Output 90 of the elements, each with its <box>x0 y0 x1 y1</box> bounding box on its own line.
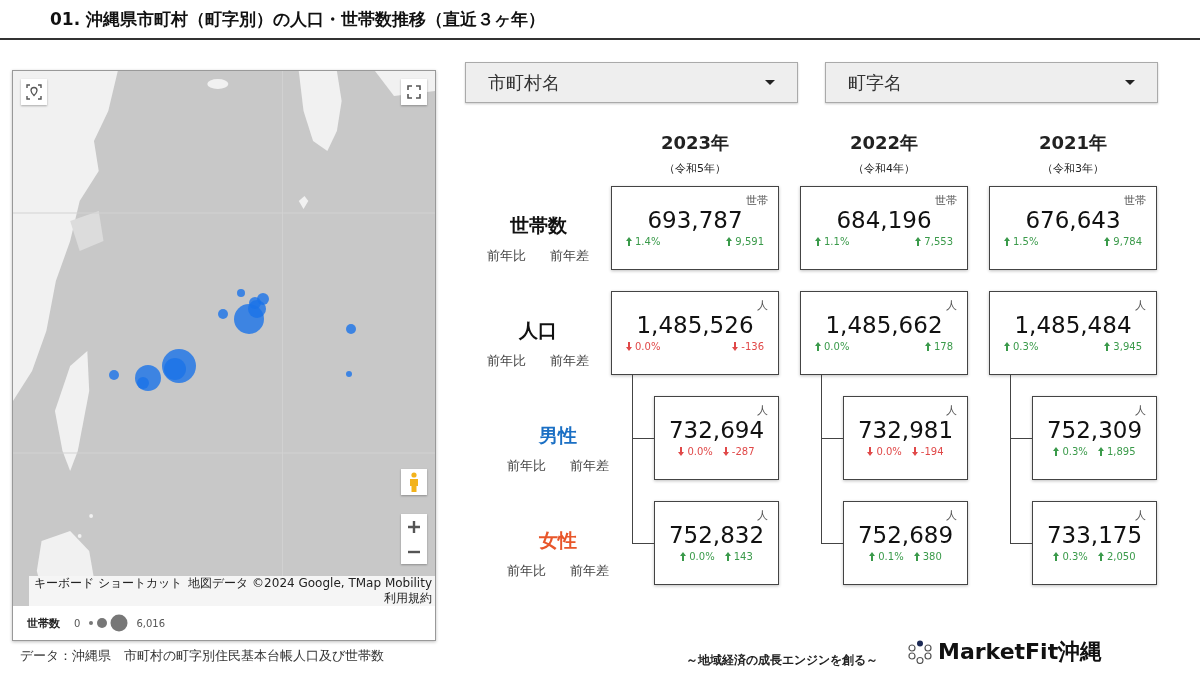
change-value: 2,050 <box>1106 551 1136 562</box>
fullscreen-icon <box>407 85 421 99</box>
logo-icon <box>908 639 934 664</box>
locate-button[interactable] <box>21 79 47 105</box>
column-label: 前年比 <box>507 456 546 475</box>
change-value: -194 <box>920 446 944 457</box>
metric-value: 1,485,526 <box>636 312 754 338</box>
metric-value: 752,832 <box>668 522 765 548</box>
metric-label: 人口 <box>519 317 557 343</box>
size-scale-icon <box>88 613 129 633</box>
era-label: （令和4年） <box>853 161 915 176</box>
unit-label: 人 <box>946 508 957 522</box>
column-label: 前年差 <box>550 246 589 265</box>
page-title: 01. 沖縄県市町村（町字別）の人口・世帯数推移（直近３ヶ年） <box>50 7 546 31</box>
metric-label: 世帯数 <box>509 212 567 238</box>
dropdown[interactable]: 市町村名 <box>465 62 798 103</box>
year-heading: 2023年 <box>660 131 730 155</box>
attribution-link[interactable]: 利用規約 <box>384 591 432 606</box>
legend-min: 0 <box>74 617 81 629</box>
change-value: -287 <box>731 446 755 457</box>
change-value: 3,945 <box>1113 341 1142 352</box>
brand-name: MarketFit沖縄 <box>938 637 1103 666</box>
attribution-link[interactable]: キーボード ショートカット <box>34 576 183 591</box>
change-value: 0.3% <box>1013 341 1039 352</box>
metric-value: 733,175 <box>1046 522 1143 548</box>
metric-value: 684,196 <box>836 207 932 233</box>
column-label: 前年比 <box>507 561 546 580</box>
change-value: 0.3% <box>1062 551 1088 562</box>
metric-value: 732,694 <box>668 417 765 443</box>
metric-label: 女性 <box>539 527 577 553</box>
unit-label: 人 <box>946 403 957 417</box>
change-value: 0.1% <box>878 551 904 562</box>
unit-label: 世帯 <box>935 193 957 207</box>
year-heading: 2022年 <box>849 131 919 155</box>
column-label: 前年差 <box>570 561 609 580</box>
unit-label: 人 <box>1135 403 1146 417</box>
change-value: 9,784 <box>1113 236 1142 247</box>
column-label: 前年差 <box>570 456 609 475</box>
unit-label: 人 <box>946 298 957 312</box>
dropdown[interactable]: 町字名 <box>825 62 1158 103</box>
change-value: 0.3% <box>1062 446 1088 457</box>
unit-label: 人 <box>757 298 768 312</box>
column-label: 前年差 <box>550 351 589 370</box>
unit-label: 人 <box>757 403 768 417</box>
change-value: 0.0% <box>687 446 713 457</box>
fullscreen-button[interactable] <box>401 79 427 105</box>
change-value: 0.0% <box>689 551 715 562</box>
metric-value: 752,689 <box>857 522 954 548</box>
tagline: ～地域経済の成長エンジンを創る～ <box>686 652 878 669</box>
change-value: 0.0% <box>824 341 850 352</box>
change-value: 0.0% <box>876 446 902 457</box>
metric-value: 732,981 <box>857 417 954 443</box>
zoom-in-button[interactable] <box>401 514 427 539</box>
metric-label: 男性 <box>539 422 577 448</box>
caret-icon <box>765 79 775 86</box>
metric-value: 1,485,662 <box>825 312 943 338</box>
change-value: 380 <box>922 551 942 562</box>
year-heading: 2021年 <box>1038 131 1108 155</box>
column-label: 前年比 <box>487 246 526 265</box>
zoom-out-button[interactable] <box>401 539 427 564</box>
unit-label: 人 <box>757 508 768 522</box>
change-value: 1.1% <box>824 236 850 247</box>
data-source-note: データ：沖縄県 市町村の町字別住民基本台帳人口及び世帯数 <box>20 647 385 665</box>
change-value: -136 <box>741 341 764 352</box>
era-label: （令和3年） <box>1042 161 1104 176</box>
unit-label: 世帯 <box>1124 193 1146 207</box>
change-value: 143 <box>733 551 753 562</box>
location-icon <box>26 84 42 100</box>
legend-title: 世帯数 <box>27 615 60 631</box>
column-label: 前年比 <box>487 351 526 370</box>
change-value: 1,895 <box>1106 446 1136 457</box>
unit-label: 世帯 <box>746 193 768 207</box>
plus-icon <box>407 519 421 534</box>
unit-label: 人 <box>1135 298 1146 312</box>
change-value: 1.5% <box>1013 236 1039 247</box>
metric-value: 1,485,484 <box>1014 312 1132 338</box>
legend-max: 6,016 <box>136 617 165 629</box>
attribution-link[interactable]: 地図データ ©2024 Google, TMap Mobility <box>188 576 432 591</box>
change-value: 178 <box>933 341 953 352</box>
metric-value: 676,643 <box>1025 207 1121 233</box>
metric-value: 752,309 <box>1046 417 1143 443</box>
unit-label: 人 <box>1135 508 1146 522</box>
change-value: 1.4% <box>635 236 661 247</box>
metric-value: 693,787 <box>647 207 743 233</box>
change-value: 7,553 <box>924 236 953 247</box>
person-icon <box>408 472 420 492</box>
era-label: （令和5年） <box>664 161 726 176</box>
change-value: 0.0% <box>635 341 661 352</box>
change-value: 9,591 <box>735 236 764 247</box>
caret-icon <box>1125 79 1135 86</box>
